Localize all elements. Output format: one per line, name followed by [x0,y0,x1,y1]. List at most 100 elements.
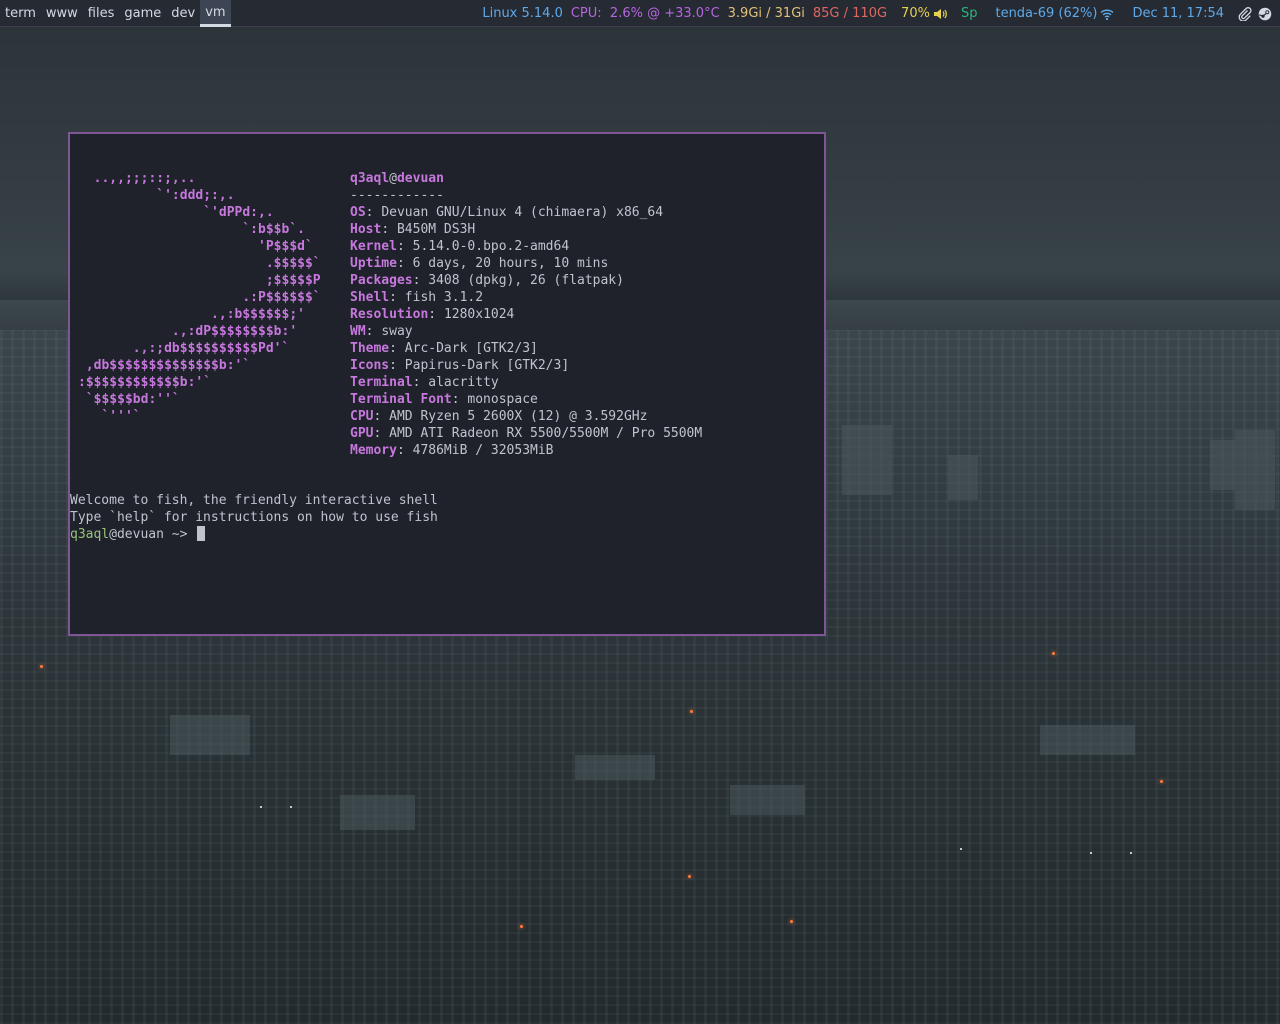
wallpaper-light [260,806,262,808]
info-colon: : [396,443,413,458]
clock-status[interactable]: Dec 11, 17:54 [1132,6,1224,21]
wallpaper-building [1210,440,1235,490]
info-colon: : [389,290,405,305]
wallpaper-light [1160,780,1163,783]
info-row: Memory: 4786MiB / 32053MiB [350,442,702,459]
user-host-line: q3aql@devuan [350,170,702,187]
info-key: Terminal Font [350,392,452,407]
info-key: Theme [350,341,390,356]
info-value: fish 3.1.2 [404,290,484,305]
wallpaper-light [1130,852,1132,854]
wallpaper-light [40,665,43,668]
info-row: Shell: fish 3.1.2 [350,289,702,306]
cpu-text: CPU: 2.6% @ +33.0°C [570,6,720,21]
terminal-window[interactable]: ..,,;;;::;,.. `':ddd;:,. `'dPPd:,. `:b$$… [68,132,826,636]
wallpaper-light [1090,852,1092,854]
wifi-text: tenda-69 (62%) [995,6,1098,21]
info-value: sway [381,324,413,339]
kernel-text: Linux 5.14.0 [482,6,563,21]
info-row: OS: Devuan GNU/Linux 4 (chimaera) x86_64 [350,204,702,221]
system-tray [1238,6,1272,21]
wallpaper-building [170,715,250,755]
info-key: Uptime [350,256,397,271]
info-row: Packages: 3408 (dpkg), 26 (flatpak) [350,272,702,289]
wallpaper-building [575,755,655,780]
volume-icon [933,8,947,19]
info-colon: : [381,222,397,237]
wallpaper-light [520,925,523,928]
top-bar: term www files game dev vm Linux 5.14.0 CPU: … [0,0,1280,27]
info-key: Shell [350,290,390,305]
info-key: Icons [350,358,390,373]
info-value: monospace [467,392,538,407]
welcome-line-1: Welcome to fish, the friendly interactiv… [70,493,438,508]
info-value: 4786MiB / 32053MiB [412,443,554,458]
info-key: Resolution [350,307,429,322]
info-row: WM: sway [350,323,702,340]
info-row: Terminal: alacritty [350,374,702,391]
prompt-user: q3aql [70,527,110,542]
wifi-status[interactable]: tenda-69 (62%) [995,6,1114,21]
info-value: alacritty [428,375,499,390]
info-key: Packages [350,273,413,288]
welcome-line-2: Type `help` for instructions on how to u… [70,510,438,525]
wallpaper-light [690,710,693,713]
sp-text: Sp [960,6,978,21]
wallpaper-building [948,455,978,500]
workspace-vm[interactable]: vm [200,0,231,27]
info-value: 5.14.0-0.bpo.2-amd64 [412,239,570,254]
kernel-status: Linux 5.14.0 [482,6,563,21]
system-info: q3aql@devuan ------------ OS: Devuan GNU… [350,170,702,459]
workspace-term[interactable]: term [0,0,41,27]
info-colon: : [451,392,468,407]
status-area: Linux 5.14.0 CPU: 2.6% @ +33.0°C 3.9Gi /… [478,0,1280,27]
workspace-www[interactable]: www [41,0,83,27]
info-key: OS [350,205,366,220]
info-value: Papirus-Dark [GTK2/3] [404,358,570,373]
wallpaper-light [1052,652,1055,655]
sp-status: Sp [961,6,978,21]
info-key: Host [350,222,382,237]
paperclip-icon[interactable] [1238,6,1252,21]
wallpaper-light [688,875,691,878]
info-value: AMD ATI Radeon RX 5500/5500M / Pro 5500M [389,426,703,441]
info-value: Devuan GNU/Linux 4 (chimaera) x86_64 [381,205,664,220]
workspace-game[interactable]: game [119,0,166,27]
clock-text: Dec 11, 17:54 [1132,6,1224,21]
info-value: 6 days, 20 hours, 10 mins [412,256,609,271]
disk-status: 85G / 110G [813,6,887,21]
info-separator: ------------ [350,188,444,203]
workspace-dev[interactable]: dev [166,0,200,27]
info-colon: : [396,239,413,254]
info-key: CPU [350,409,374,424]
info-row: Icons: Papirus-Dark [GTK2/3] [350,357,702,374]
volume-status[interactable]: 70% [901,6,947,21]
cpu-status: CPU: 2.6% @ +33.0°C [571,6,720,21]
wallpaper-building [1040,725,1135,755]
workspace-list: term www files game dev vm [0,0,231,27]
info-value: 3408 (dpkg), 26 (flatpak) [428,273,624,288]
info-colon: : [428,307,444,322]
info-key: Terminal [350,375,413,390]
steam-icon[interactable] [1258,7,1272,21]
memory-text: 3.9Gi / 31Gi [727,6,805,21]
memory-status: 3.9Gi / 31Gi [728,6,805,21]
info-row: CPU: AMD Ryzen 5 2600X (12) @ 3.592GHz [350,408,702,425]
distro-ascii-logo: ..,,;;;::;,.. `':ddd;:,. `'dPPd:,. `:b$$… [78,171,321,424]
wallpaper-building [730,785,805,815]
wallpaper-building [1235,430,1275,510]
wallpaper-light [960,848,962,850]
info-colon: : [389,358,405,373]
info-row: Kernel: 5.14.0-0.bpo.2-amd64 [350,238,702,255]
info-row: Terminal Font: monospace [350,391,702,408]
info-colon: : [412,375,429,390]
info-colon: : [365,205,382,220]
disk-text: 85G / 110G [812,6,888,21]
shell-prompt[interactable]: q3aql@devuan ~> [70,526,438,543]
workspace-files[interactable]: files [83,0,120,27]
info-row: Resolution: 1280x1024 [350,306,702,323]
info-row: Uptime: 6 days, 20 hours, 10 mins [350,255,702,272]
info-colon: : [365,324,382,339]
info-key: WM [350,324,366,339]
wallpaper-light [290,806,292,808]
